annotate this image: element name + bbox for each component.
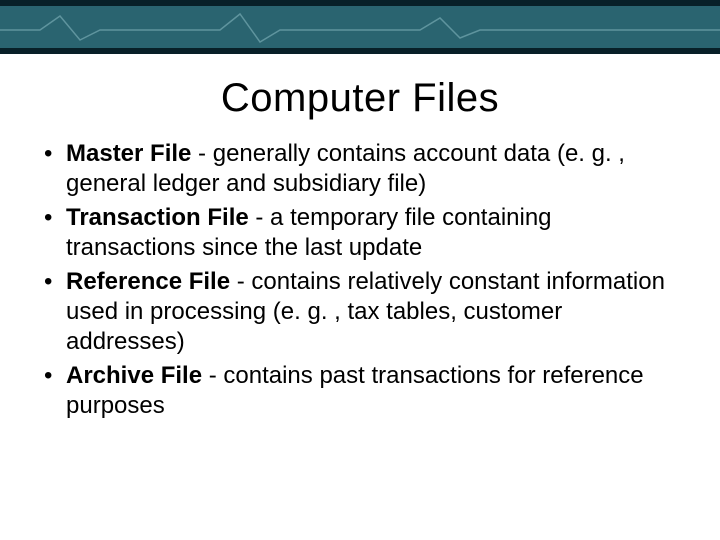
term: Reference File <box>66 268 230 295</box>
slide-body: Master File - generally contains account… <box>0 139 720 421</box>
term: Transaction File <box>66 204 249 231</box>
banner-stripe-top <box>0 0 720 6</box>
list-item: Reference File - contains relatively con… <box>44 267 686 357</box>
term: Master File <box>66 140 191 167</box>
term: Archive File <box>66 362 202 389</box>
banner-stripe-bottom <box>0 48 720 54</box>
ekg-line-icon <box>0 10 720 44</box>
bullet-list: Master File - generally contains account… <box>44 139 686 421</box>
top-banner <box>0 0 720 54</box>
slide-title: Computer Files <box>0 76 720 121</box>
list-item: Transaction File - a temporary file cont… <box>44 203 686 263</box>
list-item: Master File - generally contains account… <box>44 139 686 199</box>
list-item: Archive File - contains past transaction… <box>44 361 686 421</box>
